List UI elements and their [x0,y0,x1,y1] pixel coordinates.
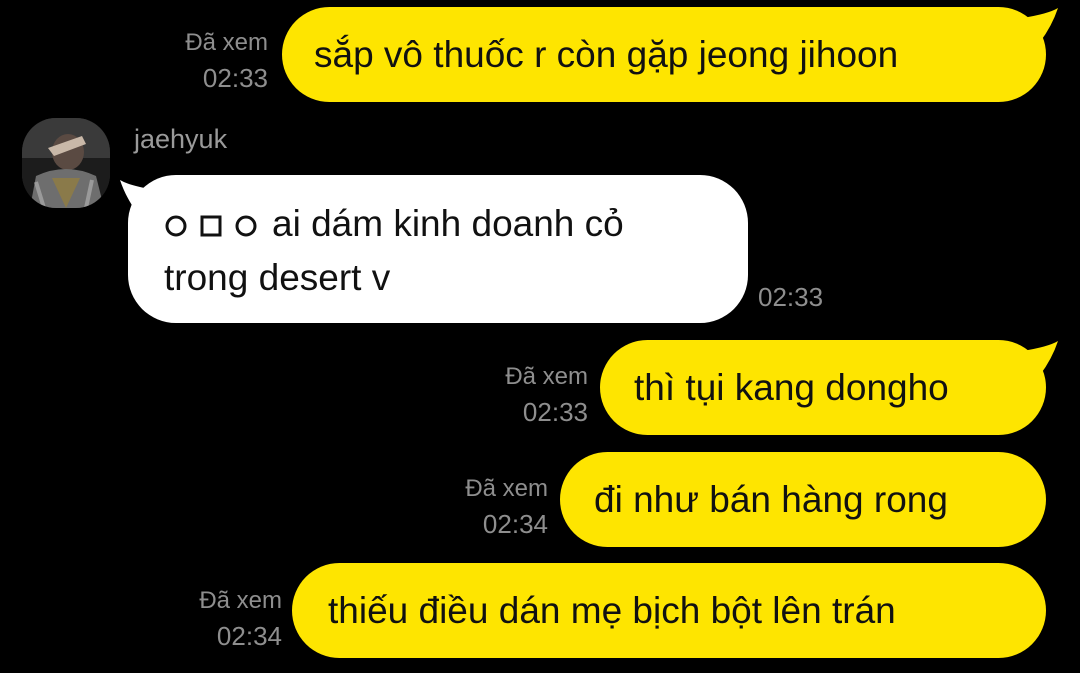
message-bubble[interactable]: sắp vô thuốc r còn gặp jeong jihoon [282,7,1046,102]
read-receipt: Đã xem [199,587,282,614]
message-text: thì tụi kang dongho [634,367,949,408]
avatar[interactable] [22,118,110,208]
message-time: 02:34 [216,621,282,651]
message-bubble[interactable]: thiếu điều dán mẹ bịch bột lên trán [292,563,1046,658]
message-text: thiếu điều dán mẹ bịch bột lên trán [328,590,896,631]
message-text: trong desert v [164,257,391,298]
message-time: 02:33 [758,282,824,312]
circle-icon [165,215,187,237]
message-text: đi như bán hàng rong [594,479,948,520]
message-time: 02:33 [522,397,588,427]
circle-icon [235,215,257,237]
bubble-tail [1022,341,1058,375]
bubble-tail [1022,8,1058,42]
message-bubble[interactable]: thì tụi kang dongho [600,340,1046,435]
read-receipt: Đã xem [185,29,268,56]
message-meta: Đã xem 02:33 [150,28,268,98]
square-icon [200,215,222,237]
message-bubble[interactable]: đi như bán hàng rong [560,452,1046,547]
message-time: 02:34 [482,509,548,539]
message-bubble[interactable]: ai dám kinh doanh cỏ trong desert v [128,175,748,323]
message-line: ai dám kinh doanh cỏ [164,197,748,251]
message-time: 02:33 [202,63,268,93]
sender-name: jaehyuk [134,124,228,154]
message-text: sắp vô thuốc r còn gặp jeong jihoon [314,34,899,75]
profile-photo-icon [22,118,110,208]
message-text: ai dám kinh doanh cỏ [272,203,624,244]
read-receipt: Đã xem [505,363,588,390]
shape-icons [164,199,258,253]
message-meta: Đã xem 02:34 [430,474,548,544]
message-meta: Đã xem 02:33 [470,362,588,432]
message-meta: Đã xem 02:34 [164,586,282,656]
read-receipt: Đã xem [465,475,548,502]
message-line: trong desert v [164,251,748,305]
